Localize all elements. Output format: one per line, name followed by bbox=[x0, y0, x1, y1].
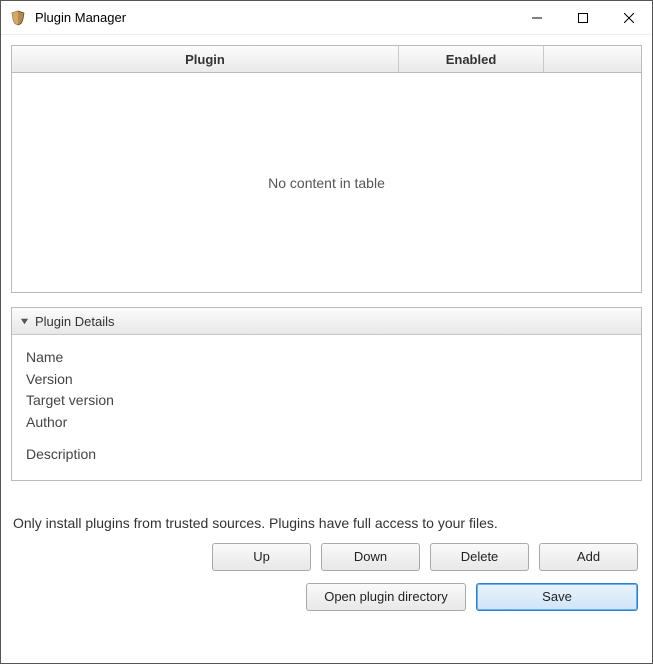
plugin-table: Plugin Enabled No content in table bbox=[11, 45, 642, 293]
detail-target-version-label: Target version bbox=[26, 390, 627, 412]
table-header: Plugin Enabled bbox=[12, 46, 641, 73]
detail-name-label: Name bbox=[26, 347, 627, 369]
delete-button[interactable]: Delete bbox=[430, 543, 529, 571]
plugin-details-title: Plugin Details bbox=[35, 314, 115, 329]
plugin-details-body: Name Version Target version Author Descr… bbox=[12, 335, 641, 480]
titlebar: Plugin Manager bbox=[1, 1, 652, 35]
expand-collapse-icon bbox=[20, 314, 29, 329]
button-row-order: Up Down Delete Add bbox=[11, 543, 642, 571]
up-button[interactable]: Up bbox=[212, 543, 311, 571]
plugin-details-header[interactable]: Plugin Details bbox=[12, 308, 641, 335]
empty-table-text: No content in table bbox=[268, 175, 385, 191]
save-button[interactable]: Save bbox=[476, 583, 638, 611]
window-title: Plugin Manager bbox=[35, 10, 514, 25]
warning-text: Only install plugins from trusted source… bbox=[11, 515, 642, 531]
window-controls bbox=[514, 1, 652, 34]
table-body: No content in table bbox=[12, 73, 641, 292]
down-button[interactable]: Down bbox=[321, 543, 420, 571]
content-area: Plugin Enabled No content in table Plugi… bbox=[1, 35, 652, 663]
plugin-details-panel: Plugin Details Name Version Target versi… bbox=[11, 307, 642, 481]
column-header-spacer bbox=[544, 46, 641, 72]
maximize-button[interactable] bbox=[560, 1, 606, 34]
detail-author-label: Author bbox=[26, 412, 627, 434]
open-plugin-directory-button[interactable]: Open plugin directory bbox=[306, 583, 466, 611]
close-button[interactable] bbox=[606, 1, 652, 34]
add-button[interactable]: Add bbox=[539, 543, 638, 571]
app-icon bbox=[9, 9, 27, 27]
detail-version-label: Version bbox=[26, 369, 627, 391]
detail-description-label: Description bbox=[26, 446, 627, 462]
column-header-enabled[interactable]: Enabled bbox=[399, 46, 544, 72]
column-header-plugin[interactable]: Plugin bbox=[12, 46, 399, 72]
minimize-button[interactable] bbox=[514, 1, 560, 34]
button-row-actions: Open plugin directory Save bbox=[11, 583, 642, 611]
